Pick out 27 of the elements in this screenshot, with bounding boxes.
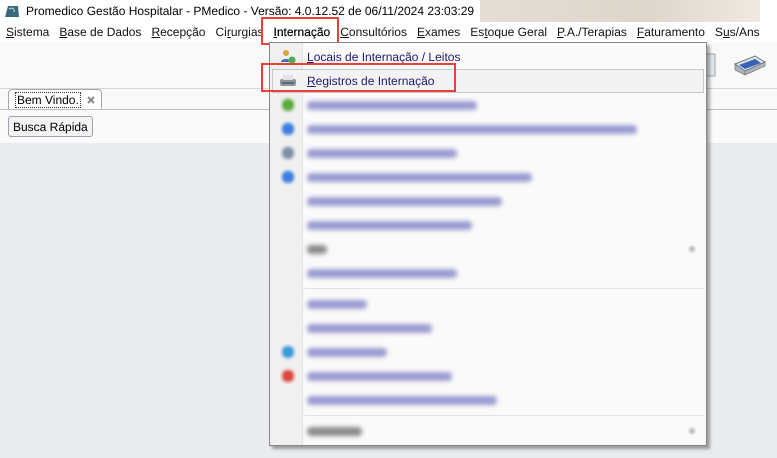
menu-item[interactable]: Base de Dados: [54, 22, 146, 42]
tab[interactable]: Bem Vindo.: [8, 89, 102, 109]
blurred-icon: [281, 98, 295, 112]
menu-item[interactable]: Sistema: [1, 22, 54, 42]
menu-item[interactable]: P.A./Terapias: [552, 22, 632, 42]
blurred-icon: [281, 369, 295, 383]
menu-option[interactable]: Registros de Internação: [272, 69, 704, 93]
quick-search-button[interactable]: Busca Rápida: [8, 116, 93, 137]
blurred-icon: [281, 146, 295, 160]
menu-item[interactable]: Estoque Geral: [465, 22, 552, 42]
menu-item[interactable]: Faturamento: [632, 22, 710, 42]
blurred-menu-option: [307, 244, 327, 254]
blurred-icon: [281, 122, 295, 136]
menu-item[interactable]: Recepção: [146, 22, 210, 42]
menu-item[interactable]: Consultórios: [335, 22, 412, 42]
people-icon: [279, 49, 297, 65]
blurred-icon: [281, 170, 295, 184]
window-title: Promedico Gestão Hospitalar - PMedico - Versão: 4.0.12.52 de 06/11/2024 23:03:29: [26, 4, 474, 18]
blurred-menu-option: [307, 426, 362, 436]
menu-option[interactable]: Locais de Internação / Leitos: [272, 45, 704, 69]
app-logo-icon: [4, 4, 20, 18]
menu-item[interactable]: Sus/Ans: [710, 22, 765, 42]
blurred-menu-option: [307, 300, 367, 308]
menu-item[interactable]: Exames: [412, 22, 466, 42]
printer-icon: [279, 74, 297, 88]
close-icon[interactable]: [86, 96, 95, 104]
blurred-icon: [281, 345, 295, 359]
